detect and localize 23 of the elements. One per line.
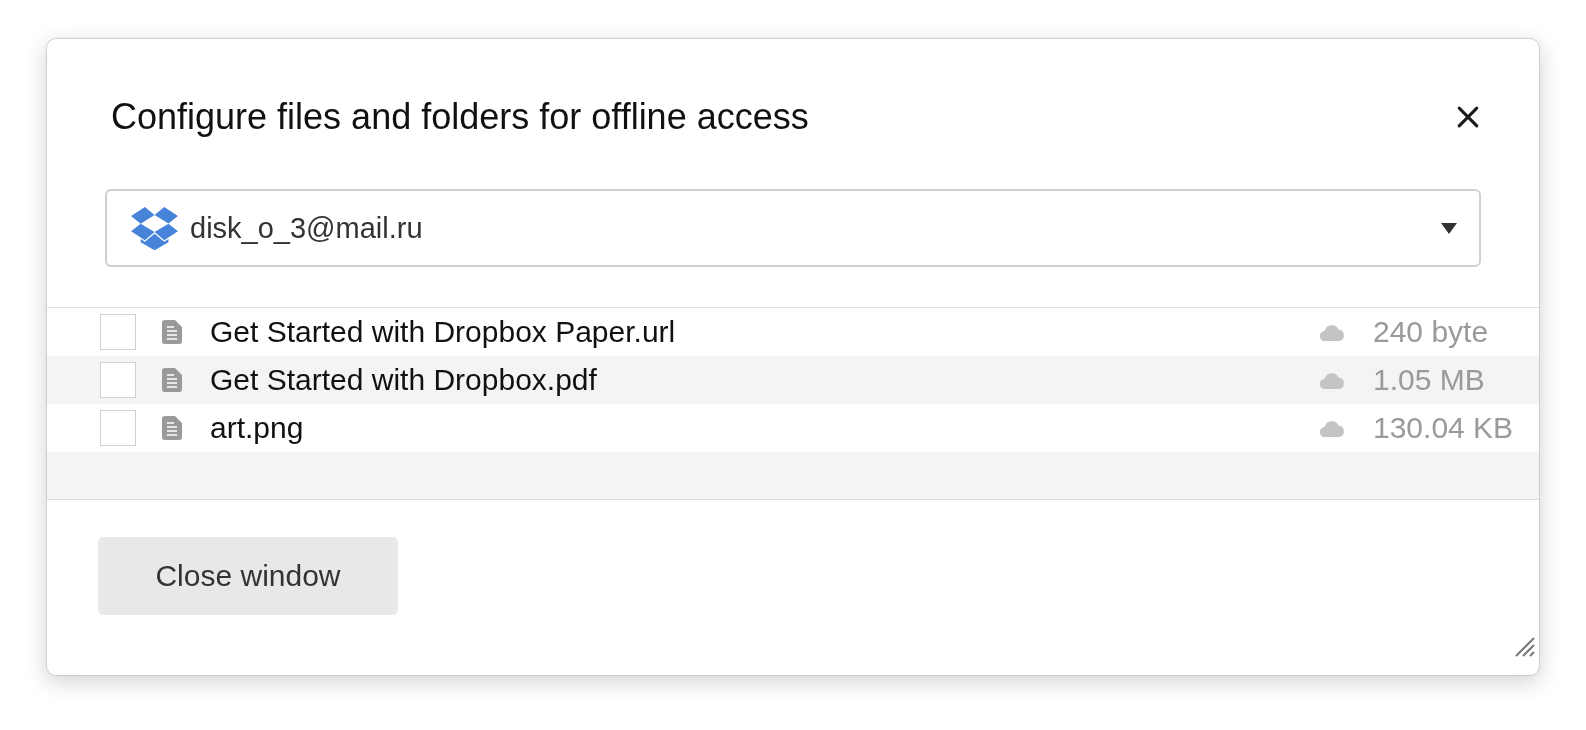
caret-icon (1441, 222, 1457, 234)
dialog-title: Configure files and folders for offline access (111, 96, 809, 138)
box-logo-icon (131, 206, 178, 250)
cloud-icon (1320, 323, 1344, 341)
checkbox[interactable] (100, 362, 136, 398)
close-window-button[interactable]: Close window (98, 537, 398, 615)
account-dropdown[interactable]: disk_o_3@mail.ru (105, 189, 1481, 267)
close-button[interactable] (1457, 106, 1479, 128)
file-name: art.png (210, 411, 305, 445)
file-size: 130.04 KB (1373, 411, 1515, 445)
document-icon (162, 368, 182, 392)
file-size: 1.05 MB (1373, 363, 1486, 397)
close-icon (1457, 106, 1479, 128)
file-name: Get Started with Dropbox.pdf (210, 363, 598, 397)
file-size: 240 byte (1373, 315, 1490, 349)
cloud-icon (1320, 419, 1344, 437)
file-name: Get Started with Dropbox Paper.url (210, 315, 677, 349)
checkbox[interactable] (100, 410, 136, 446)
document-icon (162, 416, 182, 440)
document-icon (162, 320, 182, 344)
checkbox[interactable] (100, 314, 136, 350)
cloud-icon (1320, 371, 1344, 389)
resize-grip-icon[interactable] (1515, 637, 1535, 657)
